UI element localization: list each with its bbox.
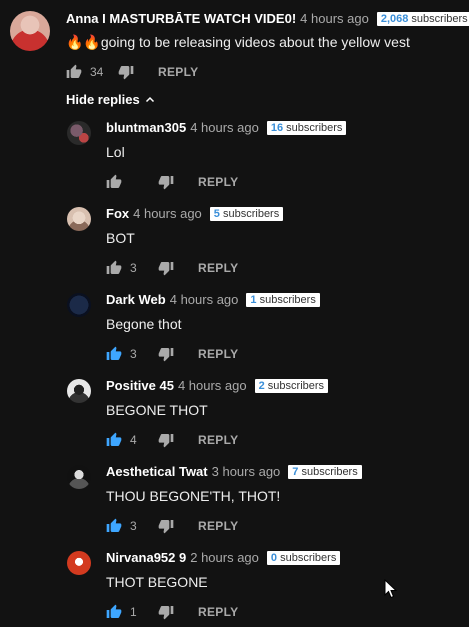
reply-actions: 4 REPLY: [106, 431, 238, 449]
reply-actions: REPLY: [106, 173, 238, 191]
subscriber-badge: 16 subscribers: [266, 121, 347, 135]
like-count: 3: [130, 261, 137, 275]
like-count: 3: [130, 519, 137, 533]
mouse-pointer-icon: [384, 579, 398, 599]
thumbs-up-icon[interactable]: [106, 604, 122, 620]
like-count: 34: [90, 65, 104, 79]
subscriber-count: 1: [250, 294, 257, 306]
reply-header: Positive 45 4 hours ago 2 subscribers: [106, 378, 329, 394]
timestamp[interactable]: 4 hours ago: [133, 206, 202, 222]
reply-header: Fox 4 hours ago 5 subscribers: [106, 206, 284, 222]
subscriber-label: subscribers: [286, 122, 343, 134]
reply-header: Dark Web 4 hours ago 1 subscribers: [106, 292, 320, 308]
author-name[interactable]: Positive 45: [106, 378, 174, 394]
avatar[interactable]: [67, 121, 91, 145]
avatar[interactable]: [10, 11, 50, 51]
reply-button[interactable]: REPLY: [198, 261, 238, 275]
subscriber-label: subscribers: [301, 466, 358, 478]
thumbs-down-icon[interactable]: [158, 432, 174, 448]
reply-button[interactable]: REPLY: [198, 347, 238, 361]
subscriber-label: subscribers: [222, 208, 280, 220]
thumbs-up-icon[interactable]: [106, 260, 122, 276]
avatar[interactable]: [67, 207, 91, 231]
avatar[interactable]: [67, 465, 91, 489]
subscriber-badge: 0 subscribers: [266, 551, 341, 565]
like-count: 3: [130, 347, 137, 361]
timestamp[interactable]: 4 hours ago: [178, 378, 247, 394]
comment-header: Anna I MASTURBĀTE WATCH VIDE0! 4 hours a…: [66, 11, 469, 27]
reply-text: THOT BEGONE: [106, 574, 208, 590]
avatar[interactable]: [67, 293, 91, 317]
subscriber-count: 2: [258, 380, 265, 392]
timestamp[interactable]: 3 hours ago: [212, 464, 281, 480]
subscriber-count: 7: [292, 466, 299, 478]
reply-text: Lol: [106, 144, 125, 160]
reply-header: Aesthetical Twat 3 hours ago 7 subscribers: [106, 464, 362, 480]
reply-button[interactable]: REPLY: [198, 519, 238, 533]
reply-text: THOU BEGONE'TH, THOT!: [106, 488, 281, 504]
author-name[interactable]: Anna I MASTURBĀTE WATCH VIDE0!: [66, 11, 296, 27]
comment-actions: 34 REPLY: [66, 63, 198, 81]
comment-text: 🔥🔥going to be releasing videos about the…: [66, 34, 410, 50]
thumbs-down-icon[interactable]: [118, 64, 134, 80]
reply-button[interactable]: REPLY: [158, 65, 198, 79]
thumbs-up-icon[interactable]: [106, 174, 122, 190]
thumbs-down-icon[interactable]: [158, 346, 174, 362]
thumbs-up-icon[interactable]: [106, 346, 122, 362]
reply-text: Begone thot: [106, 316, 182, 332]
thumbs-up-icon[interactable]: [66, 64, 82, 80]
reply-button[interactable]: REPLY: [198, 175, 238, 189]
reply-header: Nirvana952 92 hours ago 0 subscribers: [106, 550, 341, 566]
timestamp[interactable]: 4 hours ago: [300, 11, 369, 27]
timestamp[interactable]: 2 hours ago: [190, 550, 259, 566]
subscriber-badge: 2,068 subscribers: [376, 12, 469, 26]
subscriber-badge: 2 subscribers: [254, 379, 329, 393]
reply-header: bluntman305 4 hours ago 16 subscribers: [106, 120, 347, 136]
avatar[interactable]: [67, 379, 91, 403]
reply-actions: 1 REPLY: [106, 603, 238, 621]
thumbs-up-icon[interactable]: [106, 432, 122, 448]
reply-button[interactable]: REPLY: [198, 605, 238, 619]
author-name[interactable]: Aesthetical Twat: [106, 464, 208, 480]
thumbs-down-icon[interactable]: [158, 260, 174, 276]
comments-section: Anna I MASTURBĀTE WATCH VIDE0! 4 hours a…: [0, 0, 469, 627]
timestamp[interactable]: 4 hours ago: [170, 292, 239, 308]
reply-actions: 3 REPLY: [106, 259, 238, 277]
reply-button[interactable]: REPLY: [198, 433, 238, 447]
author-name[interactable]: Dark Web: [106, 292, 166, 308]
like-count: 1: [130, 605, 137, 619]
author-name[interactable]: bluntman305: [106, 120, 186, 136]
subscriber-count: 2,068: [380, 13, 409, 25]
hide-replies-button[interactable]: Hide replies: [66, 92, 156, 107]
author-name[interactable]: Nirvana952 9: [106, 550, 186, 566]
hide-replies-label: Hide replies: [66, 92, 140, 107]
subscriber-count: 0: [270, 552, 278, 564]
reply-actions: 3 REPLY: [106, 345, 238, 363]
reply-text: BEGONE THOT: [106, 402, 208, 418]
chevron-up-icon: [145, 96, 154, 102]
thumbs-down-icon[interactable]: [158, 604, 174, 620]
subscriber-label: subscribers: [280, 552, 337, 564]
subscriber-badge: 7 subscribers: [288, 465, 362, 479]
like-count: 4: [130, 433, 137, 447]
thumbs-down-icon[interactable]: [158, 174, 174, 190]
subscriber-count: 16: [270, 122, 284, 134]
subscriber-count: 5: [213, 208, 220, 220]
author-name[interactable]: Fox: [106, 206, 129, 222]
reply-text: BOT: [106, 230, 135, 246]
subscriber-badge: 1 subscribers: [246, 293, 320, 307]
subscriber-label: subscribers: [267, 380, 325, 392]
subscriber-label: subscribers: [259, 294, 316, 306]
reply-actions: 3 REPLY: [106, 517, 238, 535]
subscriber-badge: 5 subscribers: [209, 207, 284, 221]
avatar[interactable]: [67, 551, 91, 575]
thumbs-up-icon[interactable]: [106, 518, 122, 534]
thumbs-down-icon[interactable]: [158, 518, 174, 534]
subscriber-label: subscribers: [411, 13, 468, 25]
timestamp[interactable]: 4 hours ago: [190, 120, 259, 136]
